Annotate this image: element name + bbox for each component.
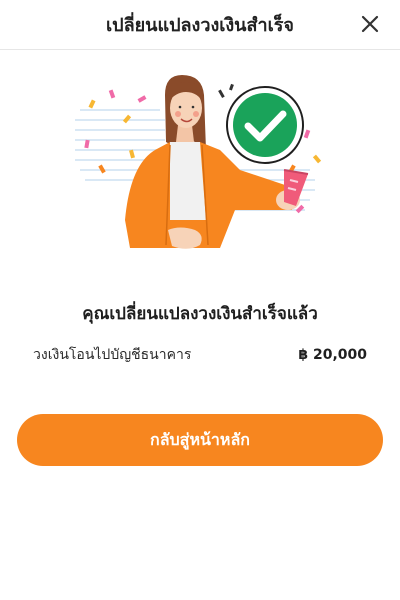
header-bar: เปลี่ยนแปลงวงเงินสำเร็จ — [0, 0, 400, 50]
success-heading: คุณเปลี่ยนแปลงวงเงินสำเร็จแล้ว — [82, 304, 318, 324]
success-illustration — [75, 75, 322, 249]
transfer-limit-row: วงเงินโอนไปบัญชีธนาคาร ฿ 20,000 — [33, 344, 367, 366]
close-button[interactable] — [358, 12, 382, 36]
close-icon — [361, 15, 379, 33]
check-icon — [226, 86, 304, 164]
transfer-limit-value: ฿ 20,000 — [298, 347, 367, 363]
success-screen: เปลี่ยนแปลงวงเงินสำเร็จ คุณเปลี่ยนแปลงวง… — [0, 0, 400, 600]
page-title: เปลี่ยนแปลงวงเงินสำเร็จ — [106, 15, 294, 36]
back-to-home-button[interactable]: กลับสู่หน้าหลัก — [17, 414, 383, 466]
transfer-limit-label: วงเงินโอนไปบัญชีธนาคาร — [33, 347, 192, 363]
